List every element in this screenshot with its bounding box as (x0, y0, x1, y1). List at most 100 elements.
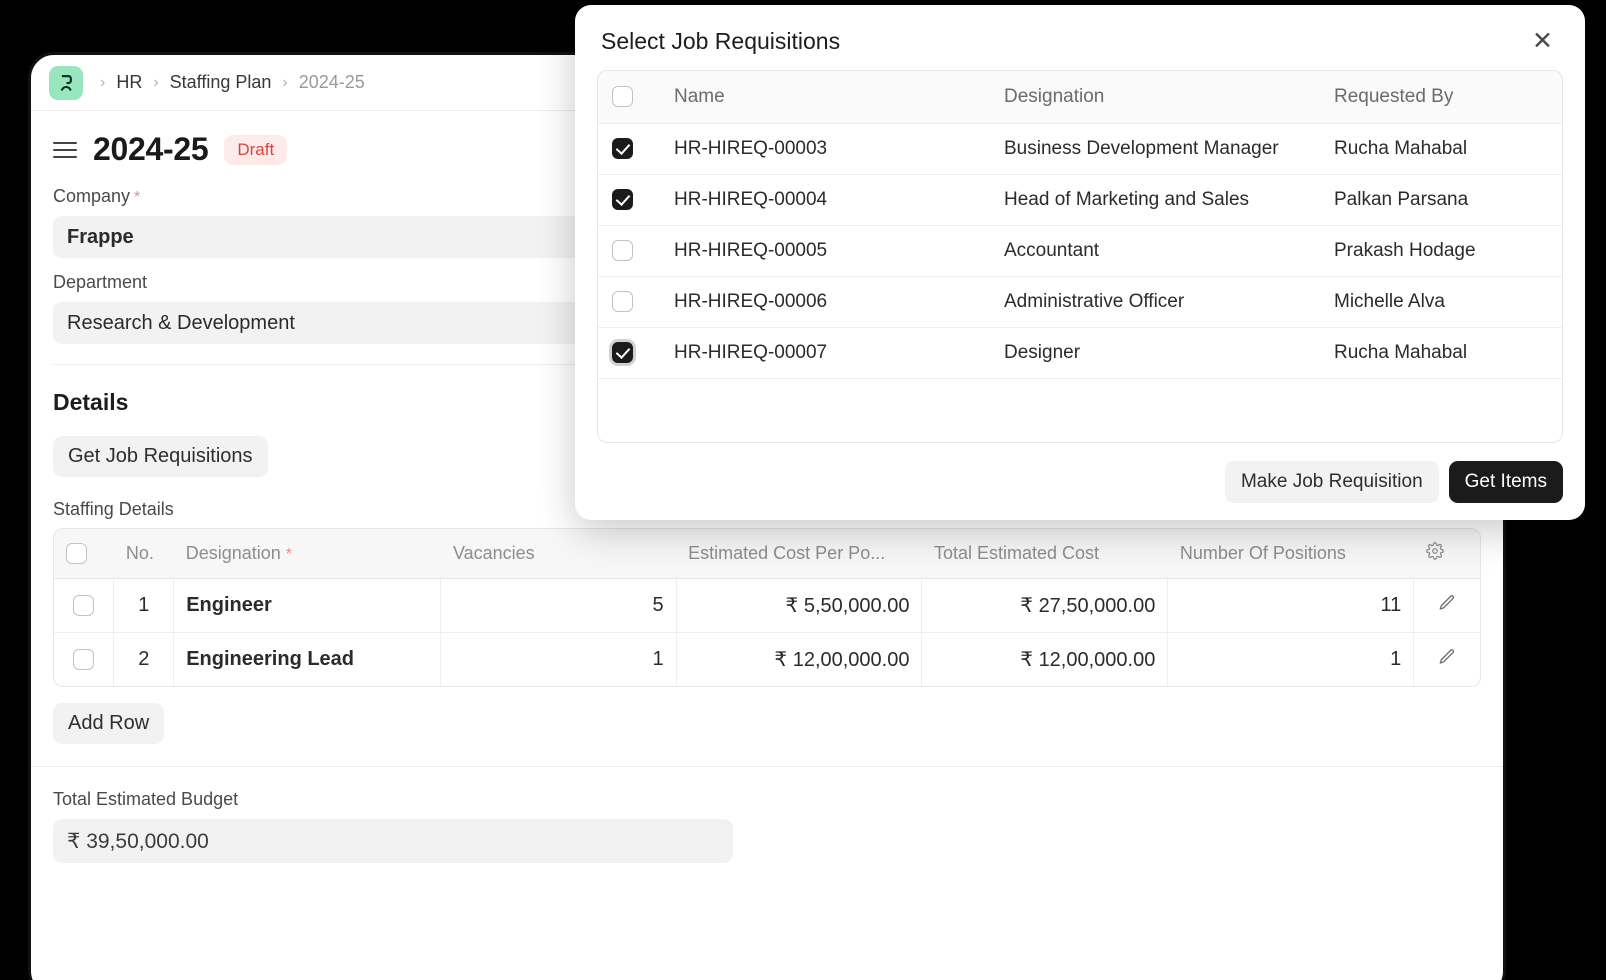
breadcrumb-separator: › (93, 74, 112, 92)
dialog-row-select-cell (598, 277, 660, 328)
dialog-table-body: HR-HIREQ-00003 Business Development Mana… (598, 124, 1562, 379)
list-item[interactable]: HR-HIREQ-00004 Head of Marketing and Sal… (598, 175, 1562, 226)
row-number: 2 (114, 633, 174, 687)
required-asterisk: * (134, 189, 140, 207)
department-label-text: Department (53, 272, 147, 293)
dialog-cell-name: HR-HIREQ-00003 (660, 124, 990, 175)
dialog-row-checkbox[interactable] (612, 342, 633, 363)
cell-total-estimated-cost[interactable]: ₹ 12,00,000.00 (922, 633, 1168, 687)
column-header-designation: Designation * (174, 529, 441, 579)
add-row-wrap: Add Row (31, 687, 1503, 744)
staffing-grid-body: 1 Engineer 5 ₹ 5,50,000.00 ₹ 27,50,000.0… (54, 579, 1480, 687)
screen: › HR › Staffing Plan › 2024-25 2024-25 D… (0, 0, 1606, 980)
gear-icon[interactable] (1426, 542, 1444, 565)
dialog-cell-name: HR-HIREQ-00006 (660, 277, 990, 328)
cell-total-estimated-cost[interactable]: ₹ 27,50,000.00 (922, 579, 1168, 633)
row-checkbox[interactable] (73, 595, 94, 616)
breadcrumb-item-staffing-plan[interactable]: Staffing Plan (170, 72, 272, 93)
close-icon[interactable]: ✕ (1526, 27, 1559, 56)
total-estimated-budget-block: Total Estimated Budget ₹ 39,50,000.00 (31, 767, 1503, 863)
pencil-icon[interactable] (1438, 648, 1456, 672)
cell-number-of-positions[interactable]: 1 (1168, 633, 1414, 687)
dialog-cell-requested-by: Rucha Mahabal (1320, 124, 1562, 175)
dialog-cell-designation: Administrative Officer (990, 277, 1320, 328)
dialog-cell-requested-by: Prakash Hodage (1320, 226, 1562, 277)
cell-designation[interactable]: Engineer (174, 579, 441, 633)
dialog-row-select-cell (598, 328, 660, 379)
dialog-row-checkbox[interactable] (612, 291, 633, 312)
list-item[interactable]: HR-HIREQ-00006 Administrative Officer Mi… (598, 277, 1562, 328)
page-title: 2024-25 (93, 131, 208, 168)
dialog-cell-designation: Business Development Manager (990, 124, 1320, 175)
make-job-requisition-button[interactable]: Make Job Requisition (1225, 461, 1439, 503)
select-all-header (54, 529, 114, 579)
dialog-row-select-cell (598, 226, 660, 277)
list-item[interactable]: HR-HIREQ-00005 Accountant Prakash Hodage (598, 226, 1562, 277)
list-item[interactable]: HR-HIREQ-00007 Designer Rucha Mahabal (598, 328, 1562, 379)
list-item[interactable]: HR-HIREQ-00003 Business Development Mana… (598, 124, 1562, 175)
column-header-designation-text: Designation (186, 543, 281, 563)
dialog-cell-designation: Head of Marketing and Sales (990, 175, 1320, 226)
dialog-row-checkbox[interactable] (612, 138, 633, 159)
frappe-hr-logo-icon[interactable] (49, 66, 83, 100)
company-label-text: Company (53, 186, 130, 207)
breadcrumb-separator: › (275, 74, 294, 92)
total-estimated-budget-input[interactable]: ₹ 39,50,000.00 (53, 819, 733, 863)
table-row[interactable]: 1 Engineer 5 ₹ 5,50,000.00 ₹ 27,50,000.0… (54, 579, 1480, 633)
dialog-cell-requested-by: Palkan Parsana (1320, 175, 1562, 226)
dialog-select-all-checkbox[interactable] (612, 86, 633, 107)
get-items-button[interactable]: Get Items (1449, 461, 1563, 503)
cell-designation[interactable]: Engineering Lead (174, 633, 441, 687)
dialog-row-select-cell (598, 124, 660, 175)
row-checkbox[interactable] (73, 649, 94, 670)
row-number: 1 (114, 579, 174, 633)
cell-estimated-cost-per-position[interactable]: ₹ 5,50,000.00 (676, 579, 922, 633)
row-edit-cell (1414, 633, 1480, 687)
hamburger-icon[interactable] (53, 142, 77, 158)
column-header-total-estimated-cost: Total Estimated Cost (922, 529, 1168, 579)
dialog-cell-designation: Designer (990, 328, 1320, 379)
dialog-row-checkbox[interactable] (612, 189, 633, 210)
cell-vacancies[interactable]: 1 (441, 633, 676, 687)
column-header-no: No. (114, 529, 174, 579)
dialog-body: Name Designation Requested By HR-HIREQ-0… (575, 70, 1585, 443)
dialog-row-select-cell (598, 175, 660, 226)
dialog-select-all-header (598, 71, 660, 124)
breadcrumb-item-current: 2024-25 (299, 72, 365, 93)
select-all-checkbox[interactable] (66, 543, 87, 564)
cell-estimated-cost-per-position[interactable]: ₹ 12,00,000.00 (676, 633, 922, 687)
column-header-number-of-positions: Number Of Positions (1168, 529, 1414, 579)
dialog-column-header-requested-by: Requested By (1320, 71, 1562, 124)
dialog-row-checkbox[interactable] (612, 240, 633, 261)
dialog-header: Select Job Requisitions ✕ (575, 5, 1585, 70)
dialog-column-header-name: Name (660, 71, 990, 124)
dialog-cell-designation: Accountant (990, 226, 1320, 277)
row-select-cell (54, 633, 114, 687)
row-edit-cell (1414, 579, 1480, 633)
column-header-settings (1414, 529, 1480, 579)
dialog-column-header-designation: Designation (990, 71, 1320, 124)
column-header-estimated-cost-per-position: Estimated Cost Per Po... (676, 529, 922, 579)
breadcrumb-separator: › (146, 74, 165, 92)
dialog-cell-name: HR-HIREQ-00004 (660, 175, 990, 226)
get-job-requisitions-button[interactable]: Get Job Requisitions (53, 436, 268, 477)
staffing-grid-header-row: No. Designation * Vacancies Estimated Co… (54, 529, 1480, 579)
dialog-footer: Make Job Requisition Get Items (575, 443, 1585, 503)
staffing-grid-wrap: No. Designation * Vacancies Estimated Co… (31, 528, 1503, 687)
table-row[interactable]: 2 Engineering Lead 1 ₹ 12,00,000.00 ₹ 12… (54, 633, 1480, 687)
dialog-table-header-row: Name Designation Requested By (598, 71, 1562, 124)
cell-vacancies[interactable]: 5 (441, 579, 676, 633)
breadcrumb-item-hr[interactable]: HR (116, 72, 142, 93)
dialog-cell-requested-by: Rucha Mahabal (1320, 328, 1562, 379)
pencil-icon[interactable] (1438, 594, 1456, 618)
add-row-button[interactable]: Add Row (53, 703, 164, 744)
dialog-cell-requested-by: Michelle Alva (1320, 277, 1562, 328)
staffing-grid: No. Designation * Vacancies Estimated Co… (53, 528, 1481, 687)
cell-number-of-positions[interactable]: 11 (1168, 579, 1414, 633)
select-job-requisitions-dialog: Select Job Requisitions ✕ Name De (575, 5, 1585, 520)
dialog-title: Select Job Requisitions (601, 28, 840, 55)
column-header-vacancies: Vacancies (441, 529, 676, 579)
dialog-cell-name: HR-HIREQ-00005 (660, 226, 990, 277)
job-requisitions-table: Name Designation Requested By HR-HIREQ-0… (597, 70, 1563, 443)
required-asterisk: * (286, 546, 292, 563)
